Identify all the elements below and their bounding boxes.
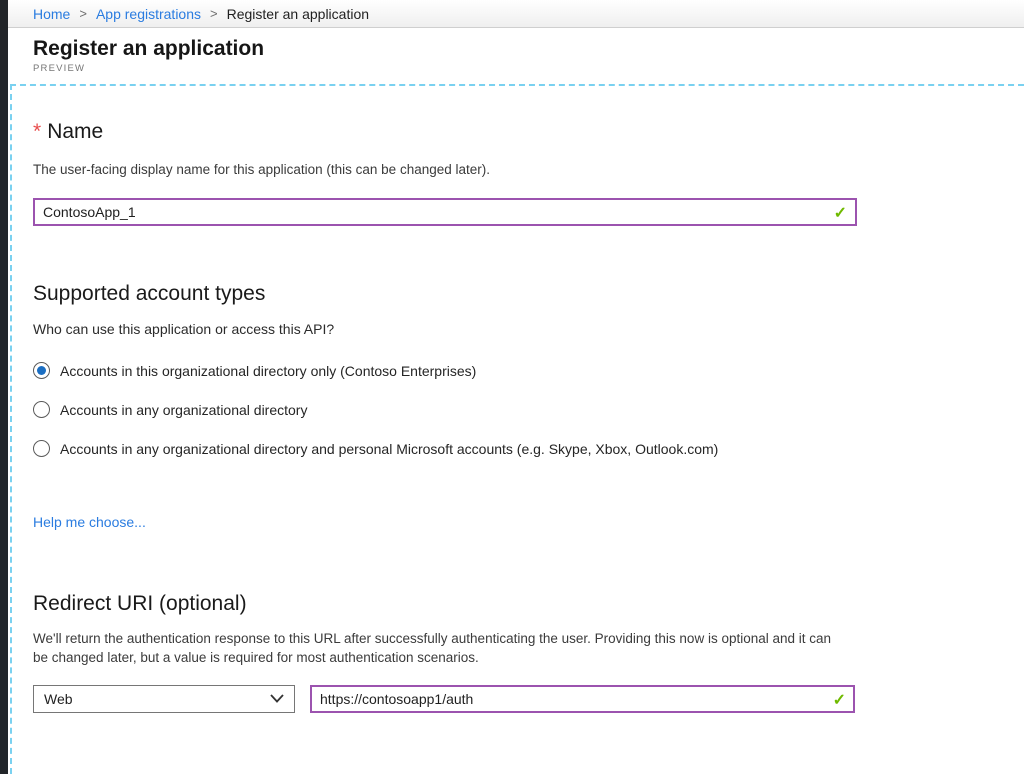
name-section-title: Name: [47, 120, 103, 143]
breadcrumb: Home > App registrations > Register an a…: [8, 0, 1024, 28]
page-title: Register an application: [33, 36, 1024, 62]
name-input[interactable]: [33, 198, 857, 226]
radio-label: Accounts in any organizational directory…: [60, 441, 718, 457]
account-types-heading: Supported account types: [33, 280, 1024, 308]
redirect-uri-heading: Redirect URI (optional): [33, 590, 1024, 618]
redirect-platform-value: Web: [44, 691, 73, 707]
account-types-question: Who can use this application or access t…: [33, 321, 1024, 337]
radio-button[interactable]: Accounts in any organizational directory…: [33, 439, 1024, 459]
redirect-uri-input[interactable]: [310, 685, 855, 713]
redirect-uri-row: Web ✓: [33, 685, 1024, 713]
form-content: * Name The user-facing display name for t…: [10, 84, 1024, 774]
register-application-page: Home > App registrations > Register an a…: [0, 0, 1024, 774]
sidebar-edge-strip: [0, 0, 8, 774]
breadcrumb-home-link[interactable]: Home: [33, 6, 70, 22]
help-me-choose-link[interactable]: Help me choose...: [33, 514, 146, 530]
name-section-description: The user-facing display name for this ap…: [33, 160, 841, 180]
radio-icon: [33, 440, 50, 457]
required-asterisk: *: [33, 120, 41, 143]
radio-icon: [33, 401, 50, 418]
breadcrumb-app-registrations-link[interactable]: App registrations: [96, 6, 201, 22]
name-input-container: ✓: [33, 198, 857, 226]
radio-label: Accounts in any organizational directory: [60, 402, 307, 418]
radio-label: Accounts in this organizational director…: [60, 363, 476, 379]
preview-badge: PREVIEW: [33, 63, 1024, 74]
redirect-platform-select[interactable]: Web: [33, 685, 295, 713]
radio-icon: [33, 362, 50, 379]
redirect-uri-description: We'll return the authentication response…: [33, 629, 841, 668]
account-types-radio-group: Accounts in this organizational director…: [33, 361, 1024, 459]
radio-button[interactable]: Accounts in any organizational directory: [33, 400, 1024, 420]
page-header: Register an application PREVIEW: [8, 29, 1024, 84]
name-section-heading: * Name: [33, 118, 1024, 146]
chevron-down-icon: [270, 694, 284, 703]
breadcrumb-separator: >: [210, 6, 218, 21]
breadcrumb-separator: >: [79, 6, 87, 21]
redirect-uri-input-container: ✓: [310, 685, 855, 713]
radio-button[interactable]: Accounts in this organizational director…: [33, 361, 1024, 381]
breadcrumb-current-page: Register an application: [227, 6, 369, 22]
